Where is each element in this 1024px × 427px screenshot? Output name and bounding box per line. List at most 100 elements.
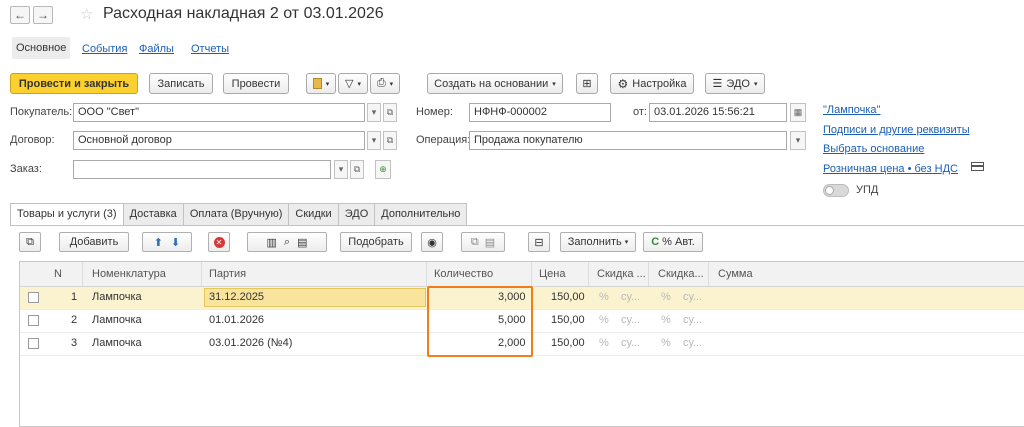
row-discount2-sum[interactable]: су... [683, 314, 702, 326]
row-discount2-percent[interactable]: % [661, 291, 671, 303]
copy-rows-icon[interactable]: ⧉ [471, 236, 479, 249]
date-field[interactable]: 03.01.2026 15:56:21 [649, 103, 787, 122]
row-discount2-percent[interactable]: % [661, 337, 671, 349]
header-batch[interactable]: Партия [209, 268, 246, 280]
post-and-close-button[interactable]: Провести и закрыть [10, 73, 138, 94]
header-discount-1[interactable]: Скидка ... [597, 268, 646, 280]
arrow-down-icon[interactable]: ⬇ [171, 236, 180, 249]
row-nomenclature[interactable]: Лампочка [92, 337, 142, 349]
section-main[interactable]: Основное [12, 37, 71, 59]
print-dropdown[interactable]: ⎙ ▾ [370, 73, 400, 94]
table-settings-button[interactable]: ⊟ [528, 232, 550, 252]
barcode-search-icon[interactable]: ⌕ [284, 236, 290, 249]
filter-dropdown[interactable]: ▽ ▾ [338, 73, 368, 94]
section-reports-link[interactable]: Отчеты [191, 43, 229, 55]
order-dropdown-button[interactable]: ▾ [334, 160, 348, 179]
row-price[interactable]: 150,00 [551, 291, 585, 303]
fill-label: Заполнить [567, 236, 622, 248]
row-batch[interactable]: 03.01.2026 (№4) [209, 337, 292, 349]
auto-discount-button[interactable]: C % Авт. [643, 232, 703, 252]
copy-paste-buttons[interactable]: ⧉ ▤ [461, 232, 505, 252]
view-button[interactable]: ◉ [421, 232, 443, 252]
header-n[interactable]: N [54, 268, 62, 280]
tab-payment[interactable]: Оплата (Вручную) [182, 203, 290, 225]
edo-icon: ☰ [712, 78, 723, 90]
upd-toggle[interactable] [823, 184, 849, 197]
buyer-open-button[interactable]: ⧉ [383, 103, 397, 122]
order-open-button[interactable]: ⧉ [350, 160, 364, 179]
signatures-link[interactable]: Подписи и другие реквизиты [823, 124, 970, 136]
buyer-dropdown-button[interactable]: ▾ [367, 103, 381, 122]
printer-icon: ⎙ [376, 77, 386, 89]
card-icon[interactable] [971, 162, 984, 171]
fill-dropdown[interactable]: Заполнить ▾ [560, 232, 636, 252]
operation-select[interactable]: Продажа покупателю [469, 131, 787, 150]
paste-rows-icon[interactable]: ▤ [485, 236, 495, 249]
delete-row-button[interactable]: ✕ [208, 232, 230, 252]
filter-icon: ▽ [345, 78, 354, 90]
header-price[interactable]: Цена [539, 268, 565, 280]
row-discount2-sum[interactable]: су... [683, 291, 702, 303]
row-checkbox[interactable] [28, 292, 39, 303]
row-discount-sum[interactable]: су... [621, 291, 640, 303]
tab-delivery[interactable]: Доставка [122, 203, 184, 225]
header-discount-2[interactable]: Скидка... [658, 268, 704, 280]
row-checkbox[interactable] [28, 338, 39, 349]
tab-edo[interactable]: ЭДО [337, 203, 376, 225]
contract-open-button[interactable]: ⧉ [383, 131, 397, 150]
tab-discounts[interactable]: Скидки [288, 203, 339, 225]
header-sum[interactable]: Сумма [718, 268, 753, 280]
number-field[interactable]: НФНФ-000002 [469, 103, 611, 122]
print-forms-dropdown[interactable]: ▾ [306, 73, 336, 94]
create-based-on-dropdown[interactable]: Создать на основании ▾ [427, 73, 563, 94]
contract-dropdown-button[interactable]: ▾ [367, 131, 381, 150]
row-discount-percent[interactable]: % [599, 314, 609, 326]
barcode-icon[interactable]: ▥ [267, 236, 277, 249]
settings-button[interactable]: ⚙ Настройка [610, 73, 694, 94]
barcode-tools[interactable]: ▥ ⌕ ▤ [247, 232, 327, 252]
section-files-link[interactable]: Файлы [139, 43, 174, 55]
copy-rows-button[interactable]: ⧉ [19, 232, 41, 252]
back-button[interactable]: ← [10, 6, 30, 24]
row-discount-sum[interactable]: су... [621, 314, 640, 326]
row-checkbox[interactable] [28, 315, 39, 326]
row-nomenclature[interactable]: Лампочка [92, 314, 142, 326]
tab-additional[interactable]: Дополнительно [374, 203, 468, 225]
section-events-link[interactable]: События [82, 43, 127, 55]
save-button[interactable]: Записать [149, 73, 213, 94]
retail-price-link[interactable]: Розничная цена • без НДС [823, 163, 958, 175]
choose-base-link[interactable]: Выбрать основание [823, 143, 924, 155]
arrow-up-icon[interactable]: ⬆ [154, 236, 163, 249]
row-discount-percent[interactable]: % [599, 291, 609, 303]
structure-button[interactable]: ⊞ [576, 73, 598, 94]
order-field[interactable] [73, 160, 331, 179]
row-batch[interactable]: 01.01.2026 [209, 314, 264, 326]
row-nomenclature[interactable]: Лампочка [92, 291, 142, 303]
edo-label: ЭДО [726, 77, 750, 90]
row-price[interactable]: 150,00 [551, 314, 585, 326]
forward-button[interactable]: → [33, 6, 53, 24]
row-discount2-percent[interactable]: % [661, 314, 671, 326]
move-rows-buttons[interactable]: ⬆ ⬇ [142, 232, 192, 252]
header-quantity[interactable]: Количество [434, 268, 493, 280]
buyer-field[interactable]: ООО "Свет" [73, 103, 365, 122]
barcode-scan-icon[interactable]: ▤ [297, 236, 307, 249]
add-row-button[interactable]: Добавить [59, 232, 129, 252]
contract-field[interactable]: Основной договор [73, 131, 365, 150]
operation-dropdown-button[interactable]: ▾ [790, 131, 806, 150]
post-button[interactable]: Провести [223, 73, 289, 94]
calendar-icon[interactable]: ▦ [790, 103, 806, 122]
row-discount-sum[interactable]: су... [621, 337, 640, 349]
row-batch[interactable]: 31.12.2025 [209, 291, 264, 303]
row-discount-percent[interactable]: % [599, 337, 609, 349]
order-add-icon[interactable]: ⊕ [375, 160, 391, 179]
header-nomenclature[interactable]: Номенклатура [92, 268, 166, 280]
row-discount2-sum[interactable]: су... [683, 337, 702, 349]
pick-button[interactable]: Подобрать [340, 232, 412, 252]
favorite-star-icon[interactable]: ☆ [80, 5, 93, 23]
quantity-highlight-box [427, 286, 533, 357]
row-price[interactable]: 150,00 [551, 337, 585, 349]
organization-link[interactable]: "Лампочка" [823, 104, 880, 116]
edo-dropdown[interactable]: ☰ ЭДО ▾ [705, 73, 765, 94]
tab-goods-services[interactable]: Товары и услуги (3) [10, 203, 124, 226]
